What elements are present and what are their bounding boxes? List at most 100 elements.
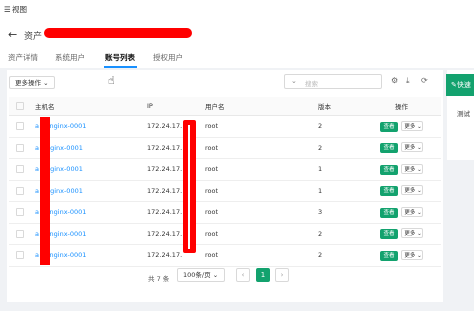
- view-button[interactable]: 查看: [380, 186, 398, 197]
- prev-page-button[interactable]: ‹: [236, 268, 250, 282]
- table-row: a t-nginx-0001 172.24.17. root 1 查看 更多 ⌄: [9, 158, 441, 181]
- more-dropdown[interactable]: 更多 ⌄: [401, 249, 423, 260]
- more-actions-dropdown[interactable]: 更多操作 ⌄: [9, 76, 55, 89]
- arrow-left-icon[interactable]: ←: [8, 28, 17, 41]
- table-row: a ct-nginx-0001 172.24.17. root 2 查看 更多 ⌄: [9, 115, 441, 138]
- more-label: 更多: [404, 166, 416, 173]
- username-cell: root: [205, 244, 318, 267]
- header-username: 用户名: [205, 97, 318, 116]
- view-button[interactable]: 查看: [380, 229, 398, 240]
- top-bar: ☰视图: [0, 0, 474, 21]
- table-row: a t-nginx-0001 172.24.17. root 2 查看 更多 ⌄: [9, 137, 441, 159]
- chevron-down-icon: ⌄: [417, 188, 422, 195]
- version-cell: 2: [318, 115, 362, 138]
- view-menu-label: 视图: [12, 5, 27, 14]
- tab-authorized-users[interactable]: 授权用户: [153, 52, 183, 63]
- mouse-cursor-icon: ☝: [108, 74, 115, 87]
- hostname-link[interactable]: a ct-nginx-0001: [35, 115, 147, 138]
- redaction-mark: [44, 28, 192, 38]
- view-button[interactable]: 查看: [380, 207, 398, 218]
- active-tab-indicator: [104, 66, 137, 68]
- view-button[interactable]: 查看: [380, 143, 398, 154]
- username-cell: root: [205, 223, 318, 245]
- chevron-down-icon: ⌄: [291, 77, 297, 85]
- more-dropdown[interactable]: 更多 ⌄: [401, 120, 423, 131]
- row-checkbox[interactable]: [16, 229, 24, 238]
- row-checkbox[interactable]: [16, 208, 24, 217]
- menu-icon: ☰: [4, 5, 11, 14]
- hostname-link[interactable]: a t-nginx-0001: [35, 180, 147, 202]
- hostname-link[interactable]: a t-nginx-0001: [35, 158, 147, 181]
- version-cell: 2: [318, 223, 362, 245]
- more-label: 更多: [404, 252, 416, 259]
- hostname-link[interactable]: a ct-nginx-0001: [35, 244, 147, 267]
- download-icon[interactable]: ⤓: [406, 76, 410, 86]
- ip-cell: 172.24.17.: [147, 158, 205, 181]
- row-checkbox[interactable]: [16, 251, 24, 260]
- version-cell: 1: [318, 158, 362, 181]
- username-cell: root: [205, 180, 318, 202]
- more-dropdown[interactable]: 更多 ⌄: [401, 163, 423, 174]
- refresh-icon[interactable]: ⟳: [421, 76, 428, 85]
- ip-cell: 172.24.17.: [147, 115, 205, 138]
- table-header-row: 主机名 IP 用户名 版本 操作: [9, 97, 441, 116]
- select-all-checkbox[interactable]: [16, 102, 24, 110]
- more-dropdown[interactable]: 更多 ⌄: [401, 185, 423, 196]
- table-row: a ct-nginx-0001 172.24.17. root 3 查看 更多 ⌄: [9, 201, 441, 224]
- hostname-link[interactable]: a t-nginx-0001: [35, 137, 147, 159]
- more-dropdown[interactable]: 更多 ⌄: [401, 228, 423, 239]
- view-button[interactable]: 查看: [380, 250, 398, 261]
- chevron-down-icon: ⌄: [417, 209, 422, 216]
- row-checkbox[interactable]: [16, 186, 24, 195]
- tab-account-list[interactable]: 账号列表: [105, 52, 135, 63]
- more-label: 更多: [404, 231, 416, 238]
- ip-cell: 172.24.17.: [147, 137, 205, 159]
- tab-asset-detail[interactable]: 资产详情: [8, 52, 38, 63]
- view-menu[interactable]: ☰视图: [4, 4, 27, 15]
- chevron-down-icon: ⌄: [417, 231, 422, 238]
- search-input[interactable]: ⌄ 搜索: [284, 74, 382, 89]
- table-row: a ct-nginx-0001 172.24.17. root 2 查看 更多 ⌄: [9, 244, 441, 267]
- row-checkbox[interactable]: [16, 122, 24, 131]
- username-cell: root: [205, 201, 318, 224]
- ip-cell: 172.24.17.: [147, 201, 205, 224]
- pager-total: 共 7 条: [148, 275, 170, 283]
- version-cell: 1: [318, 180, 362, 202]
- more-label: 更多: [404, 145, 416, 152]
- redaction-mark: [188, 125, 190, 249]
- tab-system-users[interactable]: 系统用户: [55, 52, 85, 63]
- username-cell: root: [205, 115, 318, 138]
- more-dropdown[interactable]: 更多 ⌄: [401, 142, 423, 153]
- settings-icon[interactable]: ⚙: [391, 76, 398, 85]
- chevron-down-icon: ⌄: [417, 252, 422, 259]
- page-1-button[interactable]: 1: [256, 268, 270, 282]
- view-button[interactable]: 查看: [380, 164, 398, 175]
- version-cell: 3: [318, 201, 362, 224]
- chevron-down-icon: ⌄: [417, 123, 422, 130]
- chevron-down-icon: ⌄: [417, 166, 422, 173]
- ip-cell: 172.24.17.: [147, 180, 205, 202]
- ip-cell: 172.24.17.: [147, 244, 205, 267]
- more-label: 更多: [404, 209, 416, 216]
- row-checkbox[interactable]: [16, 165, 24, 174]
- more-label: 更多: [404, 123, 416, 130]
- chevron-down-icon: ⌄: [417, 145, 422, 152]
- table-row: a t-nginx-0001 172.24.17. root 1 查看 更多 ⌄: [9, 180, 441, 202]
- quick-action-button[interactable]: ✎快速: [446, 74, 474, 96]
- hostname-link[interactable]: a ct-nginx-0001: [35, 223, 147, 245]
- ip-cell: 172.24.17.: [147, 223, 205, 245]
- row-checkbox[interactable]: [16, 143, 24, 152]
- chevron-down-icon: ⌄: [43, 79, 49, 87]
- hostname-link[interactable]: a ct-nginx-0001: [35, 201, 147, 224]
- chevron-down-icon: ⌄: [212, 271, 219, 279]
- more-dropdown[interactable]: 更多 ⌄: [401, 206, 423, 217]
- page-size-select[interactable]: 100条/页 ⌄: [177, 268, 225, 282]
- view-button[interactable]: 查看: [380, 121, 398, 132]
- table-row: a ct-nginx-0001 172.24.17. root 2 查看 更多 ⌄: [9, 223, 441, 245]
- side-test-label: 测试: [457, 110, 470, 118]
- next-page-button[interactable]: ›: [275, 268, 289, 282]
- version-cell: 2: [318, 137, 362, 159]
- tab-bar: 资产详情 系统用户 账号列表 授权用户: [0, 50, 474, 67]
- account-table: 主机名 IP 用户名 版本 操作 a ct-nginx-0001 172.24.1…: [9, 97, 441, 267]
- username-cell: root: [205, 137, 318, 159]
